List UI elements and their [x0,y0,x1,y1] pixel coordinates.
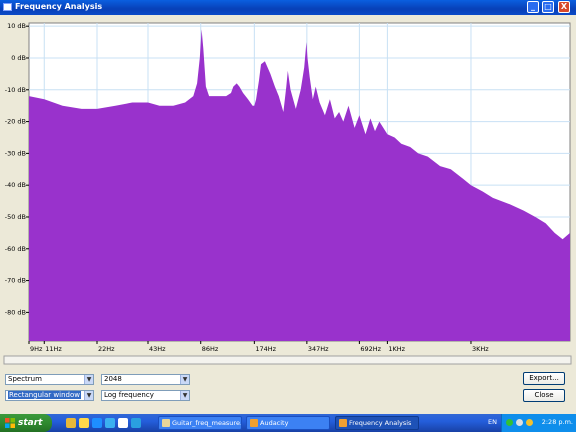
volume-icon[interactable] [516,419,523,426]
task-label: Audacity [260,419,289,427]
frequency-analysis-window: 10 dB 0 dB -10 dB -20 dB -30 dB -40 dB -50 dB -… [0,15,576,411]
axis-select[interactable]: Log frequency ▼ [101,390,190,401]
quick-launch-icon[interactable] [79,418,89,428]
y-tick-label: -40 dB [5,181,26,189]
quick-launch-icon[interactable] [131,418,141,428]
x-tick-label: 692Hz [360,345,381,353]
chevron-down-icon[interactable]: ▼ [180,375,189,384]
y-tick-label: 0 dB [11,54,26,62]
x-tick-label: 347Hz [308,345,329,353]
document-icon [162,419,170,427]
x-tick-label: 174Hz [255,345,276,353]
start-label: start [18,418,43,428]
minimize-button[interactable]: _ [527,1,539,13]
quick-launch-icon[interactable] [105,418,115,428]
algorithm-select[interactable]: Spectrum ▼ [5,374,94,385]
taskbar: start Guitar_freq_measure... Audacity Fr… [0,414,576,432]
x-tick-label: 43Hz [149,345,166,353]
chevron-down-icon[interactable]: ▼ [84,375,93,384]
close-button[interactable]: Close [523,389,565,402]
y-tick-label: -30 dB [5,149,26,157]
x-tick-label: 11Hz [45,345,62,353]
close-window-button[interactable]: X [558,1,570,13]
system-tray: 2:28 p.m. [501,414,576,432]
quick-launch-icon[interactable] [118,418,128,428]
algorithm-value: Spectrum [8,375,42,383]
y-tick-label: -20 dB [5,118,26,126]
windows-logo-icon [5,418,15,428]
taskbar-item-frequency-analysis[interactable]: Frequency Analysis [335,416,419,430]
y-tick-label: -70 dB [5,277,26,285]
chevron-down-icon[interactable]: ▼ [180,391,189,400]
audacity-icon [250,419,258,427]
security-icon[interactable] [526,419,533,426]
x-tick-label: 3KHz [472,345,489,353]
quick-launch-icon[interactable] [66,418,76,428]
x-tick-label: 9Hz [30,345,43,353]
taskbar-item-guitar-doc[interactable]: Guitar_freq_measure... [158,416,242,430]
export-button[interactable]: Export... [523,372,565,385]
quick-launch-icon[interactable] [92,418,102,428]
window-icon [3,3,12,11]
window-title: Frequency Analysis [15,2,103,11]
size-value: 2048 [104,375,122,383]
axis-value: Log frequency [104,391,154,399]
maximize-button[interactable]: □ [542,1,554,13]
x-tick-label: 86Hz [202,345,219,353]
task-label: Guitar_freq_measure... [172,419,242,427]
x-tick-label: 1KHz [388,345,405,353]
size-select[interactable]: 2048 ▼ [101,374,190,385]
horizontal-scrollbar[interactable] [3,355,572,365]
y-tick-label: 10 dB [7,22,26,30]
task-label: Frequency Analysis [349,419,412,427]
audacity-icon [339,419,347,427]
network-icon[interactable] [506,419,513,426]
spectrum-plot: 10 dB 0 dB -10 dB -20 dB -30 dB -40 dB -50 dB -… [0,15,576,369]
language-indicator[interactable]: EN [488,418,497,426]
chevron-down-icon[interactable]: ▼ [84,391,93,400]
taskbar-item-audacity[interactable]: Audacity [246,416,330,430]
function-select[interactable]: Rectangular window ▼ [5,390,94,401]
function-value: Rectangular window [8,391,81,399]
start-button[interactable]: start [0,414,52,432]
y-tick-label: -80 dB [5,308,26,316]
y-tick-label: -50 dB [5,213,26,221]
clock: 2:28 p.m. [541,418,573,426]
x-tick-label: 22Hz [98,345,115,353]
y-tick-label: -10 dB [5,86,26,94]
y-tick-label: -60 dB [5,245,26,253]
title-bar[interactable]: Frequency Analysis _ □ X [0,0,576,15]
